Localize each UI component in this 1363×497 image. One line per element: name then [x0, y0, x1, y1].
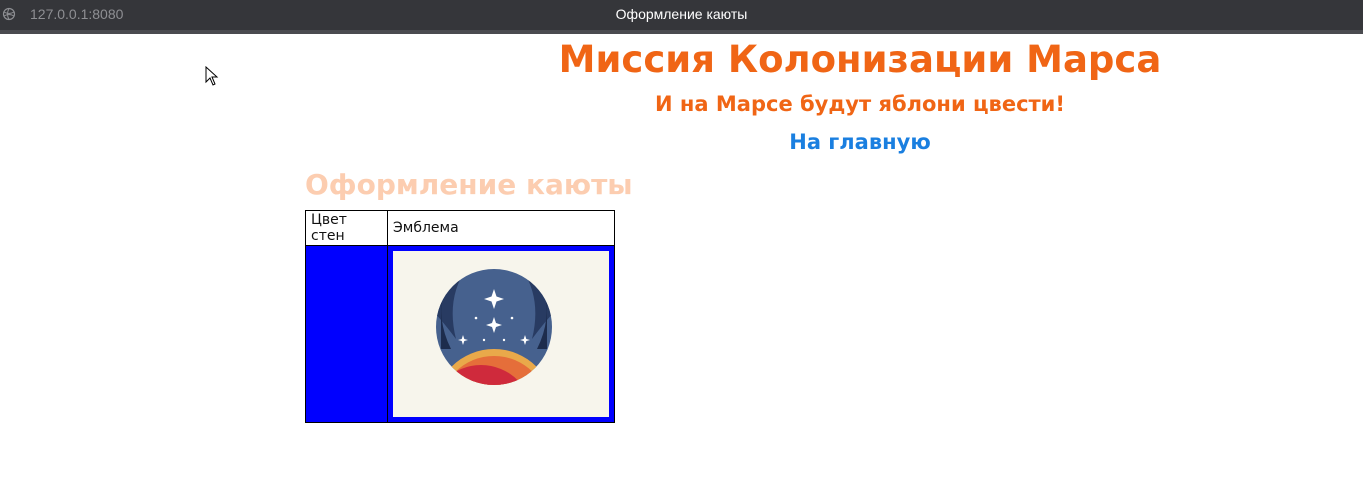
- table-row: [305, 245, 615, 423]
- titlebar-divider: [0, 30, 1363, 34]
- emblem-cell: [387, 245, 615, 423]
- emblem-frame: [388, 246, 614, 422]
- mouse-pointer-icon: [205, 66, 219, 86]
- window-title: Оформление каюты: [615, 6, 748, 22]
- section-title: Оформление каюты: [305, 168, 633, 201]
- cabin-design-table: Цвет стен Эмблема: [305, 210, 615, 423]
- column-header-emblem: Эмблема: [387, 210, 615, 246]
- table-header-row: Цвет стен Эмблема: [305, 210, 615, 246]
- page-title: Миссия Колонизации Марса: [558, 38, 1162, 81]
- column-header-wall-color: Цвет стен: [305, 210, 388, 246]
- wall-color-swatch: [305, 245, 388, 423]
- page-subtitle: И на Марсе будут яблони цвести!: [655, 92, 1065, 116]
- browser-titlebar: 127.0.0.1:8080 Оформление каюты: [0, 0, 1363, 30]
- home-link[interactable]: На главную: [520, 130, 1200, 154]
- mission-emblem-icon: [436, 269, 552, 385]
